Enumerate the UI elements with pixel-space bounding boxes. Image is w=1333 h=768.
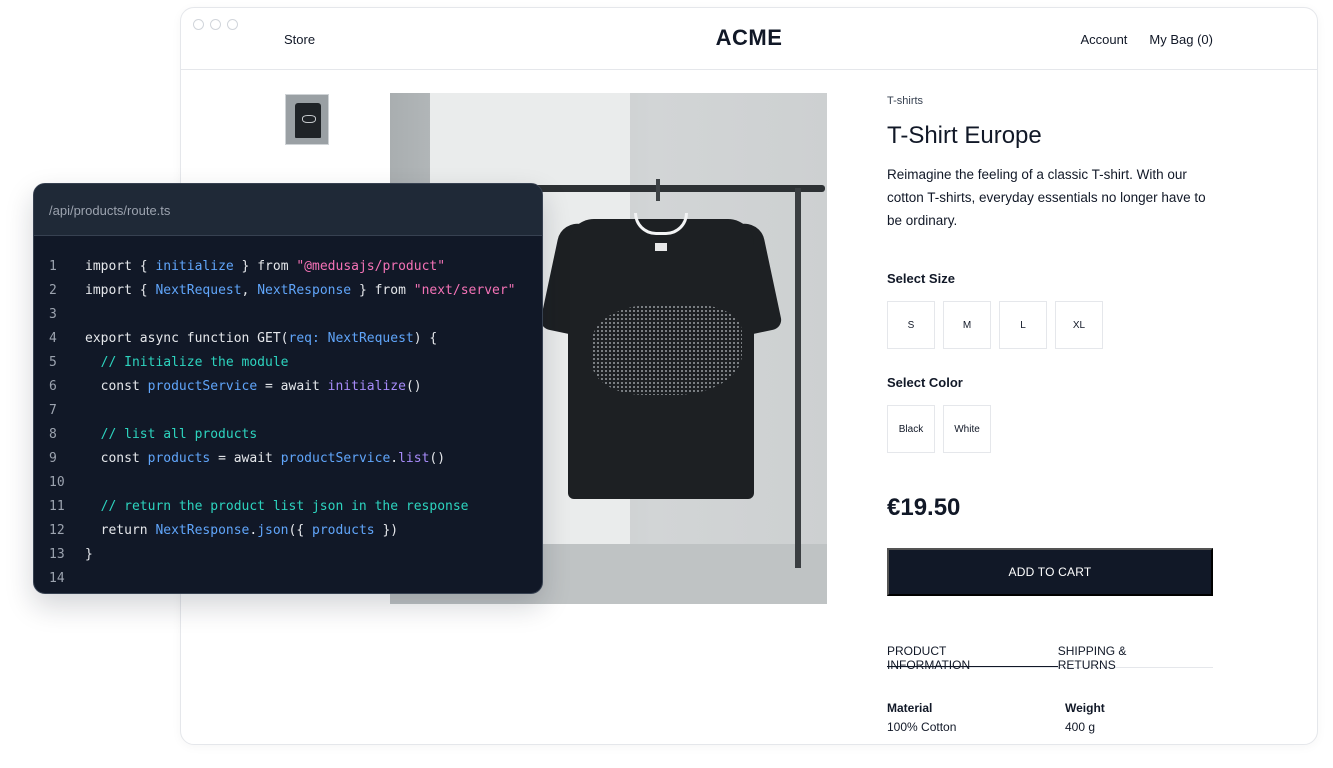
line-number: 11 [49, 499, 65, 514]
code-line: 7 [34, 399, 542, 423]
code-text: const productService = await initialize(… [85, 379, 422, 394]
nav-account-link[interactable]: Account [1080, 32, 1127, 47]
size-option-s[interactable]: S [887, 301, 935, 349]
color-label: Select Color [887, 375, 963, 390]
size-option-l[interactable]: L [999, 301, 1047, 349]
code-panel: /api/products/route.ts 1 import { initial… [33, 183, 543, 594]
code-line: 13} [34, 543, 542, 567]
code-text: return NextResponse.json({ products }) [85, 523, 399, 538]
line-number: 5 [49, 355, 57, 370]
product-category[interactable]: T-shirts [887, 95, 923, 107]
code-line: 5 // Initialize the module [34, 351, 542, 375]
tab-shipping-returns[interactable]: SHIPPING & RETURNS [1058, 636, 1213, 672]
color-option-black[interactable]: Black [887, 405, 935, 453]
code-line: 11 // return the product list json in th… [34, 495, 542, 519]
add-to-cart-button[interactable]: ADD TO CART [887, 548, 1213, 596]
clothes-rail [505, 185, 825, 192]
tab-product-information[interactable]: PRODUCT INFORMATION [887, 636, 1058, 672]
color-option-white[interactable]: White [943, 405, 991, 453]
line-number: 9 [49, 451, 57, 466]
code-line: 8 // list all products [34, 423, 542, 447]
line-number: 13 [49, 547, 65, 562]
code-text: import { initialize } from "@medusajs/pr… [85, 259, 446, 274]
product-thumbnail[interactable] [285, 94, 329, 145]
line-number: 2 [49, 283, 57, 298]
size-label: Select Size [887, 271, 955, 286]
world-map-print [592, 305, 742, 395]
attribute-value: 100% Cotton [887, 720, 957, 734]
shirt-tag [655, 243, 667, 251]
product-title: T-Shirt Europe [887, 122, 1042, 149]
line-number: 4 [49, 331, 57, 346]
attribute-label: Weight [1065, 701, 1105, 715]
code-text: } [85, 547, 93, 562]
line-number: 14 [49, 571, 65, 586]
code-text: // list all products [85, 427, 258, 442]
product-price: €19.50 [887, 494, 961, 521]
product-description: Reimagine the feeling of a classic T-shi… [887, 167, 1206, 228]
code-line: 6 const productService = await initializ… [34, 375, 542, 399]
attribute-label: Material [887, 701, 933, 715]
nav-right: Account My Bag (0) [1080, 32, 1213, 47]
code-text: // return the product list json in the r… [85, 499, 469, 514]
size-options: S M L XL [887, 301, 1103, 349]
product-tabs: PRODUCT INFORMATION SHIPPING & RETURNS [887, 636, 1213, 672]
hanger-hook [656, 179, 660, 201]
code-line: 12 return NextResponse.json({ products }… [34, 519, 542, 543]
code-file-path: /api/products/route.ts [34, 184, 542, 236]
line-number: 12 [49, 523, 65, 538]
line-number: 1 [49, 259, 57, 274]
code-line: 9 const products = await productService.… [34, 447, 542, 471]
top-nav: Store ACME Account My Bag (0) [181, 8, 1317, 70]
line-number: 8 [49, 427, 57, 442]
line-number: 7 [49, 403, 57, 418]
line-number: 6 [49, 379, 57, 394]
code-text: const products = await productService.li… [85, 451, 446, 466]
code-line: 14 [34, 567, 542, 591]
code-line: 10 [34, 471, 542, 495]
code-text: // Initialize the module [85, 355, 289, 370]
line-number: 10 [49, 475, 65, 490]
code-line: 1 import { initialize } from "@medusajs/p… [34, 255, 542, 279]
thumbnail-shirt-image [295, 103, 321, 138]
nav-bag-link[interactable]: My Bag (0) [1149, 32, 1213, 47]
code-line: 4 export async function GET(req: NextRequ… [34, 327, 542, 351]
code-line: 2 import { NextRequest, NextResponse } fr… [34, 279, 542, 303]
attribute-value: 400 g [1065, 720, 1096, 734]
code-editor: 1 import { initialize } from "@medusajs/p… [34, 236, 542, 591]
color-options: Black White [887, 405, 991, 453]
size-option-xl[interactable]: XL [1055, 301, 1103, 349]
code-text: export async function GET(req: NextReque… [85, 331, 438, 346]
size-option-m[interactable]: M [943, 301, 991, 349]
line-number: 3 [49, 307, 57, 322]
code-text: import { NextRequest, NextResponse } fro… [85, 283, 516, 298]
code-line: 3 [34, 303, 542, 327]
